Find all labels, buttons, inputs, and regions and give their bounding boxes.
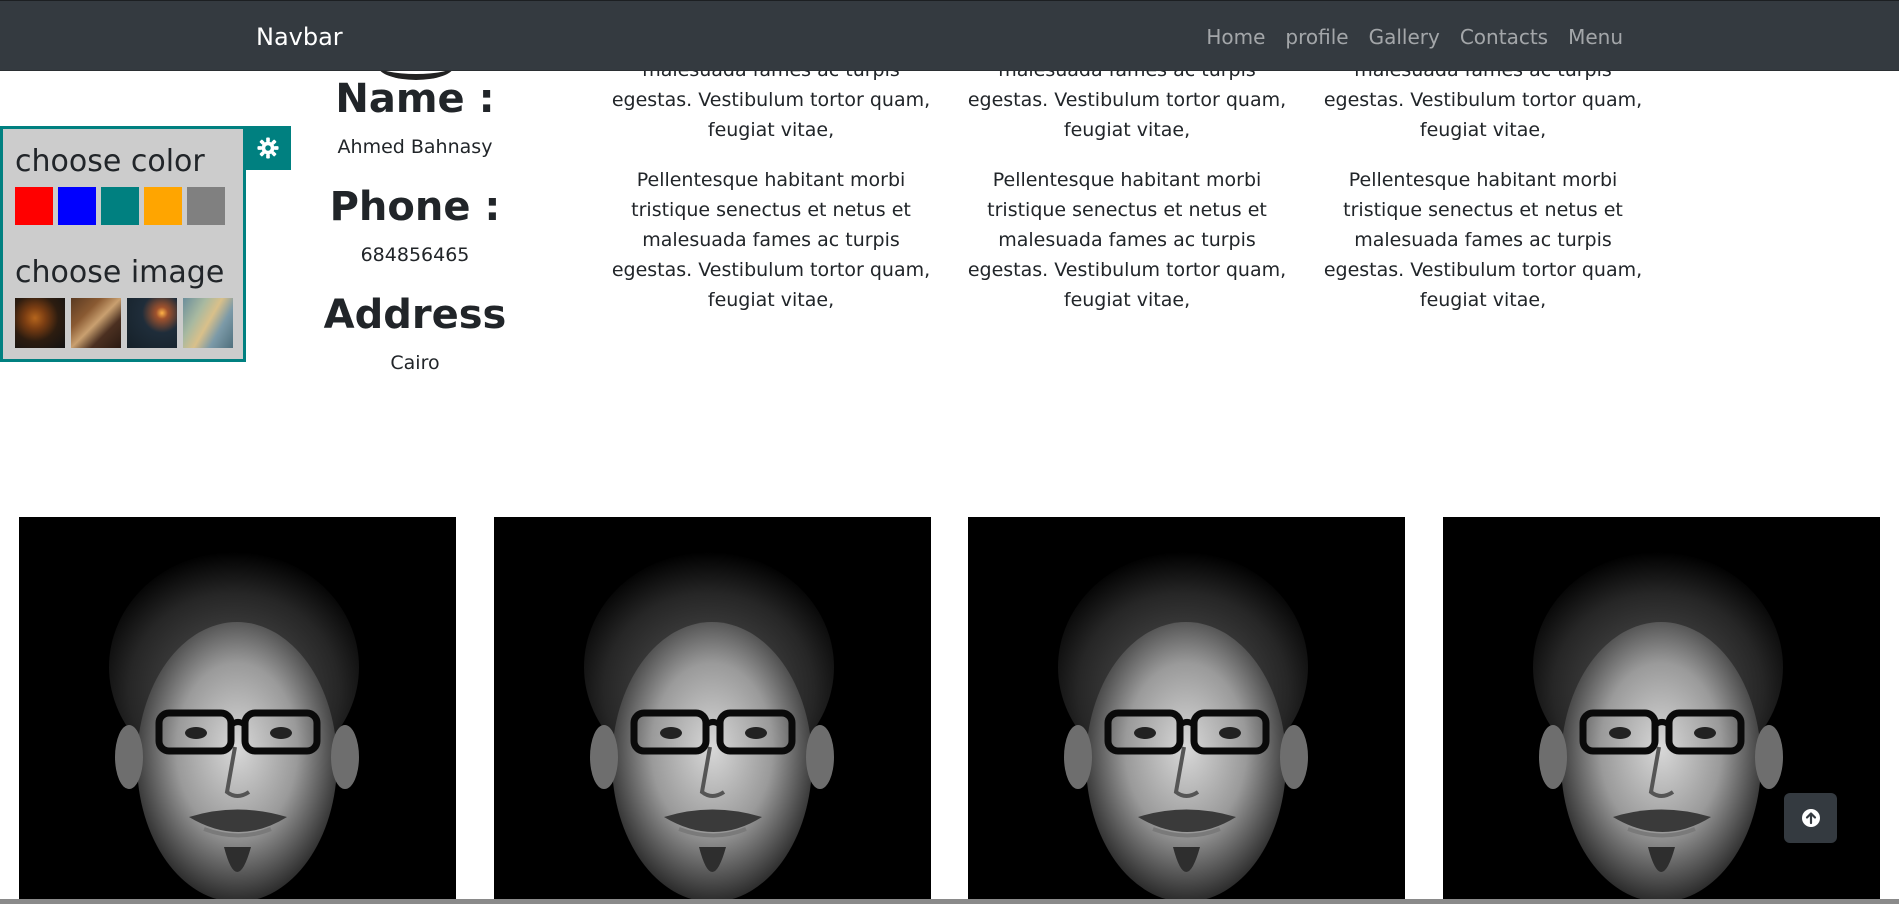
gallery-image-3[interactable] xyxy=(968,517,1405,904)
gallery-image-1[interactable] xyxy=(19,517,456,904)
image-thumbnail-4[interactable] xyxy=(183,298,233,348)
portrait-icon xyxy=(19,517,456,904)
text-column-3: tristique senectus et netus et malesuada… xyxy=(1323,29,1643,335)
image-thumbnail-3[interactable] xyxy=(127,298,177,348)
nav-link-contacts[interactable]: Contacts xyxy=(1450,24,1558,50)
phone-heading: Phone : xyxy=(329,184,501,230)
choose-color-label: choose color xyxy=(15,144,205,179)
settings-panel: choose color choose image xyxy=(0,126,246,362)
name-value: Ahmed Bahnasy xyxy=(337,136,493,158)
text-column-1: malesuada fames ac turpis egestas. Vesti… xyxy=(611,55,931,335)
address-value: Cairo xyxy=(390,352,440,374)
text-column-3-para-2: Pellentesque habitant morbi tristique se… xyxy=(1323,169,1643,311)
scroll-to-top-button[interactable] xyxy=(1784,793,1837,843)
arrow-up-circle-icon xyxy=(1801,809,1820,827)
page: malesuada fames ac turpis egestas. Vesti… xyxy=(0,0,1899,904)
image-thumbnail-1[interactable] xyxy=(15,298,65,348)
color-swatch-orange[interactable] xyxy=(144,187,182,225)
color-swatch-red[interactable] xyxy=(15,187,53,225)
navbar-brand[interactable]: Navbar xyxy=(256,23,343,51)
color-swatch-blue[interactable] xyxy=(58,187,96,225)
color-swatch-gray[interactable] xyxy=(187,187,225,225)
phone-value: 684856465 xyxy=(360,244,470,266)
color-swatches xyxy=(15,187,225,225)
color-swatch-teal[interactable] xyxy=(101,187,139,225)
portrait-icon xyxy=(968,517,1405,904)
nav-link-gallery[interactable]: Gallery xyxy=(1359,24,1450,50)
portrait-icon xyxy=(1443,517,1880,904)
nav-link-home[interactable]: Home xyxy=(1196,24,1275,50)
nav-link-profile[interactable]: profile xyxy=(1275,24,1358,50)
gear-icon xyxy=(256,137,279,159)
image-thumbnails xyxy=(15,298,233,348)
navbar: Navbar Home profile Gallery Contacts Men… xyxy=(0,0,1899,71)
nav-links: Home profile Gallery Contacts Menu xyxy=(1196,24,1633,50)
gallery-image-2[interactable] xyxy=(494,517,931,904)
horizontal-scrollbar[interactable] xyxy=(0,899,1899,904)
text-column-1-para-2: Pellentesque habitant morbi tristique se… xyxy=(611,169,931,311)
image-thumbnail-2[interactable] xyxy=(71,298,121,348)
settings-toggle-button[interactable] xyxy=(244,126,291,170)
choose-image-label: choose image xyxy=(15,255,225,290)
portrait-icon xyxy=(494,517,931,904)
gallery-image-4[interactable] xyxy=(1443,517,1880,904)
nav-link-menu[interactable]: Menu xyxy=(1558,24,1633,50)
name-heading: Name : xyxy=(335,76,495,122)
text-column-2-para-2: Pellentesque habitant morbi tristique se… xyxy=(967,169,1287,311)
address-heading: Address xyxy=(323,292,507,338)
text-column-2: malesuada fames ac turpis egestas. Vesti… xyxy=(967,55,1287,335)
